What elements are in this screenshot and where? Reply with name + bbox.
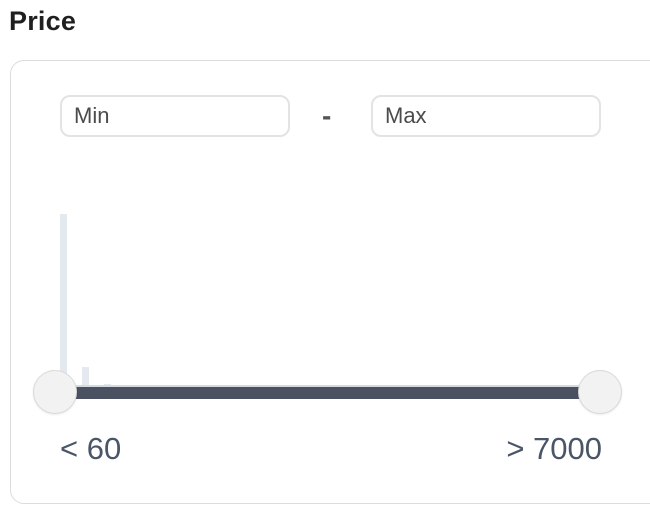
slider-track[interactable] — [56, 387, 599, 399]
price-filter: Price - < 60 > 7000 — [0, 0, 650, 514]
histogram-bar — [82, 367, 89, 386]
histogram-bar — [60, 214, 67, 386]
scale-max-label: > 7000 — [506, 431, 602, 466]
scale-min-label: < 60 — [60, 431, 122, 466]
max-price-slider-handle[interactable] — [578, 370, 622, 414]
min-price-slider-handle[interactable] — [33, 370, 77, 414]
